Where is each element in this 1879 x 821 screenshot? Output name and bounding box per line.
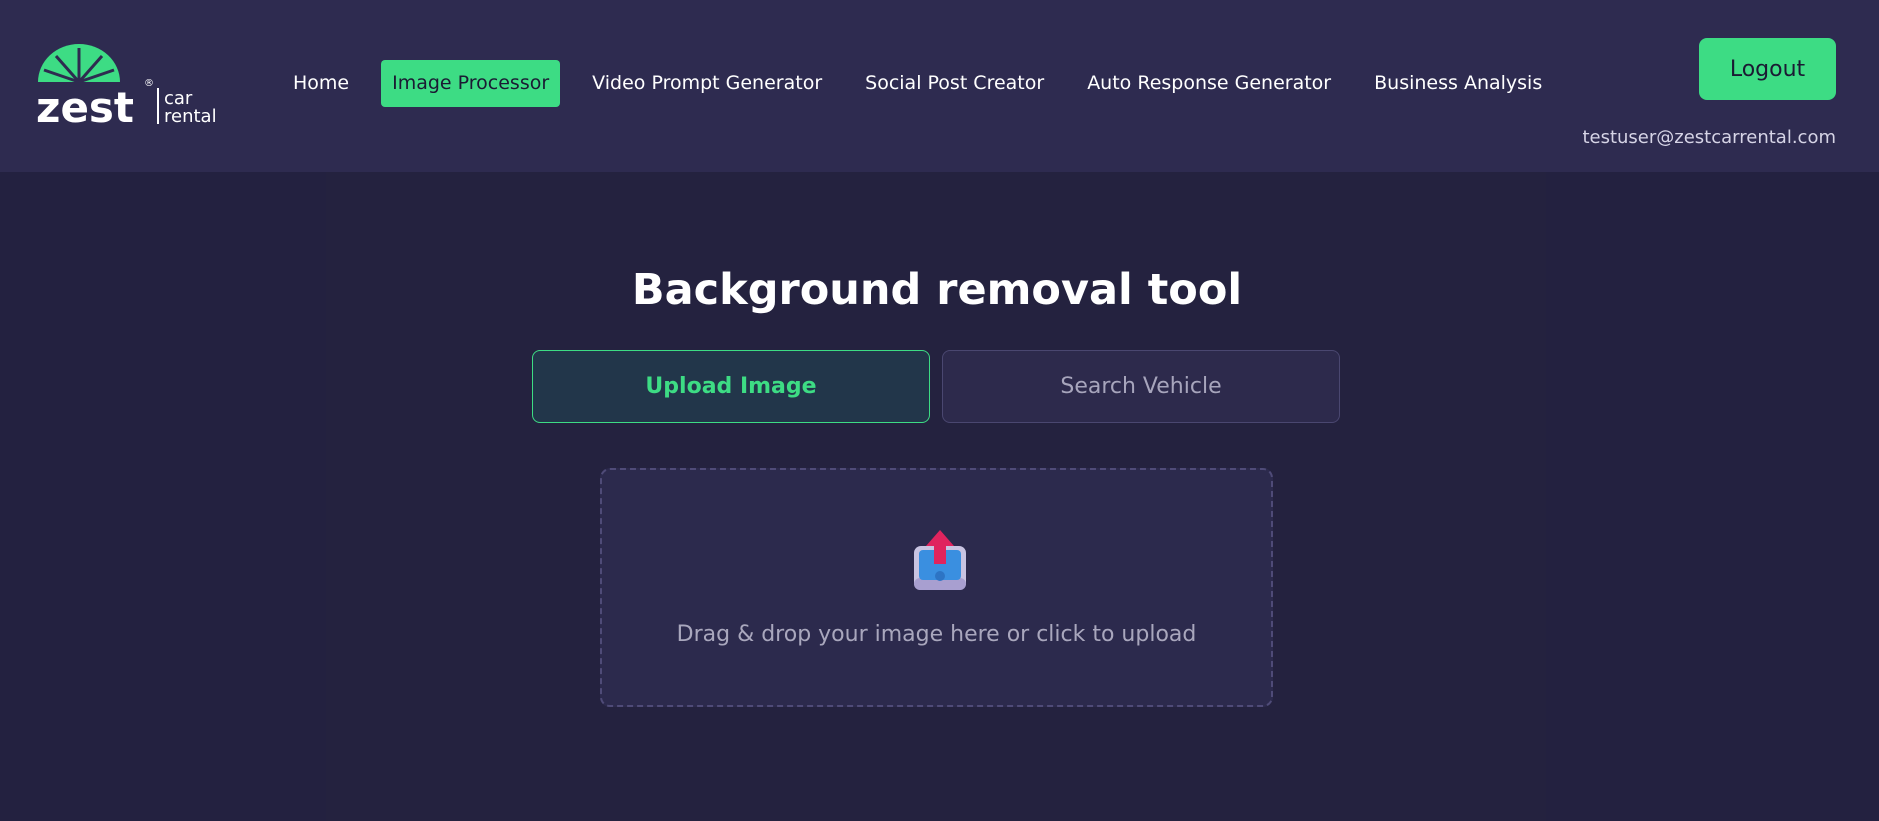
logo-word: zest: [36, 83, 134, 126]
user-email: testuser@zestcarrental.com: [1582, 127, 1836, 148]
image-dropzone[interactable]: Drag & drop your image here or click to …: [600, 468, 1273, 707]
nav-item-auto-response-generator[interactable]: Auto Response Generator: [1076, 60, 1342, 107]
logo-sub-rental: rental: [164, 106, 217, 126]
nav-item-image-processor[interactable]: Image Processor: [381, 60, 561, 107]
logout-button[interactable]: Logout: [1699, 38, 1836, 100]
nav-item-video-prompt-generator[interactable]: Video Prompt Generator: [581, 60, 833, 107]
tab-upload-image[interactable]: Upload Image: [532, 350, 930, 423]
dropzone-text: Drag & drop your image here or click to …: [676, 622, 1197, 647]
zest-logo-mark-icon: zest ® car rental: [36, 44, 217, 132]
nav-item-home[interactable]: Home: [282, 60, 360, 107]
zest-logo[interactable]: zest ® car rental: [36, 44, 222, 132]
upload-tray-icon: [914, 530, 966, 590]
app-header: zest ® car rental Home Image Processor V…: [0, 0, 1879, 172]
nav-item-business-analysis[interactable]: Business Analysis: [1363, 60, 1553, 107]
tab-search-vehicle[interactable]: Search Vehicle: [942, 350, 1340, 423]
nav-item-social-post-creator[interactable]: Social Post Creator: [854, 60, 1055, 107]
page-title: Background removal tool: [631, 265, 1243, 315]
logo-registered-mark: ®: [144, 78, 154, 89]
main-nav: Home Image Processor Video Prompt Genera…: [282, 60, 1574, 107]
